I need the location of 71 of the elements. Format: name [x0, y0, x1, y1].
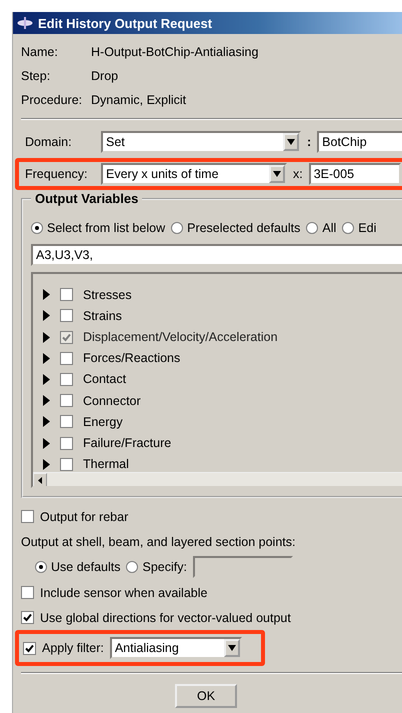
tree-item[interactable]: Energy: [83, 414, 123, 429]
checkbox[interactable]: [60, 372, 73, 386]
radio-label: Specify:: [142, 560, 187, 574]
radio-label: Preselected defaults: [187, 221, 300, 235]
tree-item[interactable]: Failure/Fracture: [83, 436, 172, 450]
expand-icon[interactable]: [43, 352, 50, 364]
info-label: Procedure:: [21, 93, 84, 107]
radio-button[interactable]: [306, 222, 318, 234]
left-arrow-icon[interactable]: [38, 476, 42, 484]
checkbox[interactable]: [60, 394, 73, 408]
section-points-label: Output at shell, beam, and layered section points:: [21, 534, 296, 548]
checkbox[interactable]: [60, 436, 73, 450]
expand-icon[interactable]: [43, 416, 50, 428]
radio-button[interactable]: [171, 222, 184, 234]
expand-icon[interactable]: [43, 374, 50, 385]
radio-button[interactable]: [126, 561, 138, 573]
info-label: Step:: [21, 69, 52, 83]
info-label: Name:: [21, 45, 59, 59]
radio-label: Edi: [358, 221, 376, 235]
checkbox[interactable]: [60, 352, 73, 365]
expand-icon[interactable]: [43, 458, 50, 470]
info-value: Dynamic, Explicit: [91, 93, 186, 107]
info-value: H-Output-BotChip-Antialiasing: [91, 45, 258, 59]
caret-icon: [273, 171, 281, 177]
radio-label: All: [322, 221, 336, 235]
checkbox[interactable]: [60, 415, 73, 428]
radio-button[interactable]: [35, 561, 47, 573]
horizontal-scrollbar[interactable]: [33, 472, 402, 486]
checkbox[interactable]: [21, 611, 34, 624]
radio-button[interactable]: [31, 222, 43, 234]
domain-dropdown[interactable]: Set: [101, 131, 301, 153]
tree-item[interactable]: Strains: [83, 308, 122, 323]
checkbox-label: Include sensor when available: [40, 586, 208, 600]
x-field[interactable]: 3E-005: [308, 163, 401, 185]
app-icon: [17, 17, 33, 29]
tree-item[interactable]: Connector: [83, 394, 141, 408]
checkbox[interactable]: [60, 309, 73, 322]
tree-item[interactable]: Forces/Reactions: [83, 351, 180, 366]
frequency-dropdown[interactable]: Every x units of time: [101, 163, 287, 185]
colon-separator: :: [307, 135, 312, 149]
expand-icon[interactable]: [43, 289, 50, 300]
expand-icon[interactable]: [43, 310, 50, 322]
radio-button[interactable]: [342, 222, 354, 234]
checkbox[interactable]: [21, 510, 34, 523]
checkbox[interactable]: [23, 642, 36, 654]
caret-icon: [228, 645, 236, 651]
caret-icon: [287, 139, 295, 145]
info-value: Drop: [91, 69, 118, 83]
tree-item[interactable]: Stresses: [83, 288, 132, 302]
checkbox[interactable]: [21, 586, 34, 599]
tree-item[interactable]: Contact: [83, 372, 126, 386]
group-title: Output Variables: [31, 191, 142, 206]
frequency-label: Frequency:: [25, 167, 89, 181]
x-label: x:: [293, 167, 303, 181]
expand-icon[interactable]: [43, 438, 50, 449]
window-title: Edit History Output Request: [38, 16, 212, 30]
target-field[interactable]: BotChip: [317, 131, 402, 153]
checkbox[interactable]: [60, 288, 73, 302]
expand-icon[interactable]: [43, 395, 50, 406]
checkbox-label: Output for rebar: [40, 510, 128, 524]
checkbox-label: Apply filter:: [42, 641, 104, 655]
radio-label: Use defaults: [51, 560, 120, 574]
filter-dropdown[interactable]: Antialiasing: [110, 637, 242, 659]
domain-label: Domain:: [25, 135, 73, 149]
checkbox-label: Use global directions for vector-valued output: [40, 610, 291, 624]
expand-icon[interactable]: [43, 332, 50, 343]
checkbox[interactable]: [60, 458, 73, 471]
radio-label: Select from list below: [47, 221, 166, 235]
variables-field[interactable]: A3,U3,V3,: [31, 244, 402, 266]
ok-button[interactable]: OK: [175, 684, 237, 708]
tree-item[interactable]: Thermal: [83, 457, 129, 472]
